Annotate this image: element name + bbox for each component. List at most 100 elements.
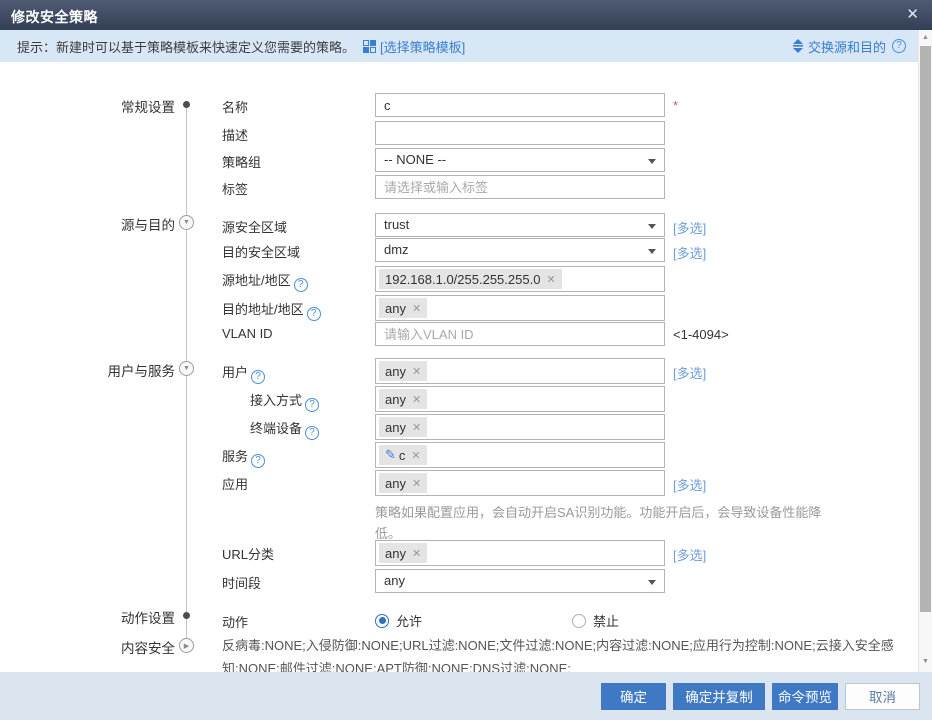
time-range-select[interactable]: any <box>375 569 665 593</box>
dst-zone-value: dmz <box>384 242 409 257</box>
user-tag: any ✕ <box>379 361 427 381</box>
field-label-tags: 标签 <box>222 179 248 198</box>
scrollbar-thumb[interactable] <box>920 46 931 612</box>
app-tag: any ✕ <box>379 473 427 493</box>
src-zone-select[interactable]: trust <box>375 213 665 237</box>
access-tag: any✕ <box>379 389 427 409</box>
policy-group-select[interactable]: -- NONE -- <box>375 148 665 172</box>
collapse-toggle-content-security[interactable]: ▶ <box>179 638 194 653</box>
time-range-value: any <box>384 573 405 588</box>
ok-button[interactable]: 确定 <box>601 683 666 710</box>
field-label-service: 服务 <box>222 449 248 464</box>
command-preview-button[interactable]: 命令预览 <box>772 683 838 710</box>
dst-addr-tagbox[interactable]: any ✕ <box>375 295 665 321</box>
remove-tag-icon[interactable]: ✕ <box>412 365 421 378</box>
select-template-link[interactable]: [选择策略模板] <box>380 37 465 56</box>
swap-help-icon[interactable]: ? <box>892 39 906 53</box>
field-label-dst-zone: 目的安全区域 <box>222 242 300 261</box>
url-category-tag-text: any <box>385 546 406 561</box>
dropdown-caret-icon <box>648 580 656 585</box>
terminal-help-icon[interactable]: ? <box>305 426 319 440</box>
row-user: 用户? any✕ [多选] <box>0 358 918 384</box>
field-label-url-category: URL分类 <box>222 544 274 563</box>
radio-allow-icon <box>375 614 389 628</box>
row-vlan: VLAN ID <1-4094> <box>0 322 918 348</box>
field-label-access: 接入方式 <box>250 393 302 408</box>
field-label-terminal: 终端设备 <box>250 421 302 436</box>
swap-source-dest-link[interactable]: 交换源和目的 <box>808 37 886 56</box>
tip-bar: 提示：新建时可以基于策略模板来快速定义您需要的策略。 [选择策略模板] 交换源和… <box>0 30 918 62</box>
remove-tag-icon[interactable]: ✕ <box>412 302 421 315</box>
remove-tag-icon[interactable]: ✕ <box>546 273 555 286</box>
service-tagbox[interactable]: ✎c ✕ <box>375 442 665 468</box>
action-allow-option[interactable]: 允许 <box>375 611 422 630</box>
user-help-icon[interactable]: ? <box>251 370 265 384</box>
dst-addr-tag-text: any <box>385 301 406 316</box>
vlan-input[interactable] <box>375 322 665 346</box>
field-label-action: 动作 <box>222 612 248 631</box>
action-deny-label: 禁止 <box>593 611 619 630</box>
service-help-icon[interactable]: ? <box>251 454 265 468</box>
dst-addr-help-icon[interactable]: ? <box>307 307 321 321</box>
service-tag: ✎c ✕ <box>379 445 427 465</box>
app-tag-text: any <box>385 476 406 491</box>
dialog-titlebar: 修改安全策略 ✕ <box>0 0 932 30</box>
dst-zone-select[interactable]: dmz <box>375 238 665 262</box>
remove-tag-icon[interactable]: ✕ <box>412 547 421 560</box>
scroll-up-icon[interactable]: ▲ <box>919 31 932 45</box>
action-allow-label: 允许 <box>396 611 422 630</box>
action-deny-option[interactable]: 禁止 <box>572 611 619 630</box>
user-multi-link[interactable]: [多选] <box>673 363 706 382</box>
remove-tag-icon[interactable]: ✕ <box>412 421 421 434</box>
dropdown-caret-icon <box>648 249 656 254</box>
required-asterisk: * <box>673 98 678 113</box>
src-addr-tagbox[interactable]: 192.168.1.0/255.255.255.0✕ <box>375 266 665 292</box>
name-input[interactable] <box>375 93 665 117</box>
access-help-icon[interactable]: ? <box>305 398 319 412</box>
tags-input[interactable] <box>375 175 665 199</box>
row-dst-zone: 目的安全区域 dmz [多选] <box>0 238 918 264</box>
radio-deny-icon <box>572 614 586 628</box>
ok-and-copy-button[interactable]: 确定并复制 <box>673 683 765 710</box>
user-tagbox[interactable]: any ✕ <box>375 358 665 384</box>
footer-bar: 确定 确定并复制 命令预览 取消 <box>0 672 932 720</box>
custom-service-icon: ✎ <box>385 447 396 463</box>
scroll-down-icon[interactable]: ▼ <box>919 655 932 669</box>
row-terminal: 终端设备? any ✕ <box>0 414 918 440</box>
app-multi-link[interactable]: [多选] <box>673 475 706 494</box>
field-label-time-range: 时间段 <box>222 573 261 592</box>
vertical-scrollbar[interactable]: ▲ ▼ <box>918 30 932 672</box>
src-zone-multi-link[interactable]: [多选] <box>673 218 706 237</box>
row-time-range: 时间段 any <box>0 569 918 595</box>
src-addr-help-icon[interactable]: ? <box>294 278 308 292</box>
terminal-tag: any ✕ <box>379 417 427 437</box>
remove-tag-icon[interactable]: ✕ <box>411 449 420 462</box>
service-tag-text: c <box>399 448 406 463</box>
user-tag-text: any <box>385 364 406 379</box>
section-label-content-security: 内容安全 <box>40 637 175 657</box>
terminal-tag-text: any <box>385 420 406 435</box>
remove-tag-icon[interactable]: ✕ <box>412 477 421 490</box>
tip-text: 提示：新建时可以基于策略模板来快速定义您需要的策略。 <box>17 37 355 56</box>
row-url-category: URL分类 any ✕ [多选] <box>0 540 918 566</box>
app-note-text: 策略如果配置应用，会自动开启SA识别功能。功能开启后，会导致设备性能降低。 <box>375 503 830 545</box>
url-category-tagbox[interactable]: any ✕ <box>375 540 665 566</box>
description-input[interactable] <box>375 121 665 145</box>
terminal-tagbox[interactable]: any ✕ <box>375 414 665 440</box>
row-src-zone: 源安全区域 trust [多选] <box>0 213 918 239</box>
field-label-app: 应用 <box>222 474 248 493</box>
row-dst-addr: 目的地址/地区? any✕ <box>0 295 918 321</box>
dropdown-caret-icon <box>648 159 656 164</box>
row-access: 接入方式? any✕ <box>0 386 918 412</box>
cancel-button[interactable]: 取消 <box>845 683 920 710</box>
remove-tag-icon[interactable]: ✕ <box>412 393 421 406</box>
close-icon[interactable]: ✕ <box>906 5 919 25</box>
policy-group-value: -- NONE -- <box>384 152 446 167</box>
content-security-summary: 反病毒:NONE;入侵防御:NONE;URL过滤:NONE;文件过滤:NONE;… <box>222 634 900 672</box>
app-tagbox[interactable]: any ✕ <box>375 470 665 496</box>
src-addr-tag: 192.168.1.0/255.255.255.0✕ <box>379 269 562 289</box>
url-category-multi-link[interactable]: [多选] <box>673 545 706 564</box>
dst-zone-multi-link[interactable]: [多选] <box>673 243 706 262</box>
access-tagbox[interactable]: any✕ <box>375 386 665 412</box>
field-label-src-addr: 源地址/地区 <box>222 273 291 288</box>
